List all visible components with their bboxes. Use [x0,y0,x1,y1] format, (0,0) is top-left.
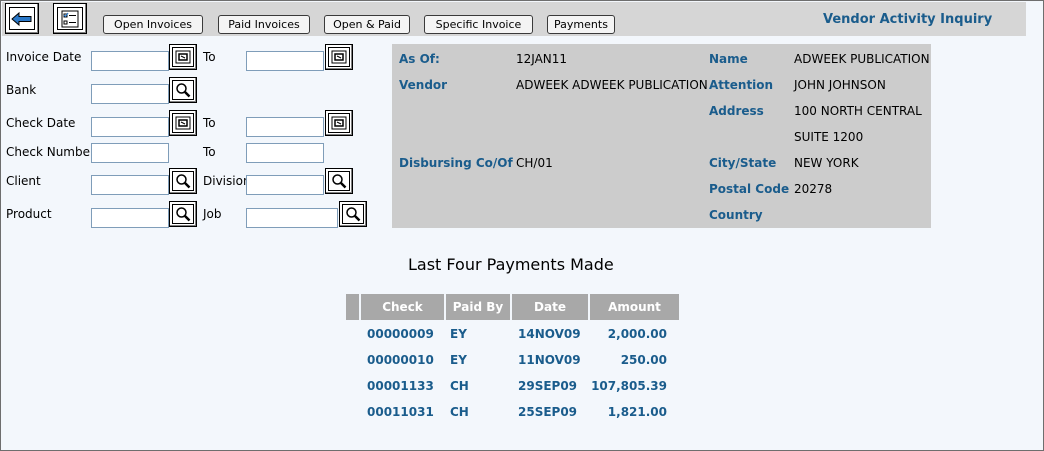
row-2-check[interactable]: 00000010 [367,353,434,367]
row-2-date: 11NOV09 [518,353,581,367]
calendar-icon [328,113,350,133]
bank-search-button[interactable] [169,77,197,103]
open-invoices-button[interactable]: Open Invoices [103,15,203,34]
row-3-paid-by: CH [450,379,469,393]
column-header-paid-by: Paid By [446,294,510,320]
postal-code-label: Postal Code [709,182,790,196]
check-date-label: Check Date [6,116,76,130]
product-input[interactable] [91,208,169,228]
division-input[interactable] [246,175,324,195]
division-search-button[interactable] [325,168,353,194]
name-value: ADWEEK PUBLICATION [794,52,930,66]
postal-code-value: 20278 [794,182,833,196]
vendor-info-panel: As Of: 12JAN11 Vendor ADWEEK ADWEEK PUBL… [392,44,931,228]
invoice-date-from-calendar-button[interactable] [169,44,197,70]
address-line1: 100 NORTH CENTRAL [794,104,922,118]
city-state-label: City/State [709,156,777,170]
back-button[interactable] [5,3,39,34]
open-and-paid-button[interactable]: Open & Paid [324,15,410,34]
column-header-check: Check [361,294,444,320]
payments-section-title: Last Four Payments Made [408,255,614,274]
country-label: Country [709,208,763,222]
specific-invoice-button[interactable]: Specific Invoice [424,15,533,34]
back-arrow-icon [9,7,35,30]
job-input[interactable] [246,208,338,228]
row-1-date: 14NOV09 [518,327,581,341]
calendar-icon [172,47,194,67]
check-date-from-input[interactable] [91,117,169,137]
product-search-button[interactable] [169,201,197,227]
disbursing-value: CH/01 [516,156,553,170]
client-label: Client [6,174,41,188]
toolbar: Open Invoices Paid Invoices Open & Paid … [2,2,1026,36]
magnifier-icon [328,171,350,191]
magnifier-icon [172,80,194,100]
address-line2: SUITE 1200 [794,130,864,144]
magnifier-icon [342,204,364,224]
check-date-from-calendar-button[interactable] [169,110,197,136]
invoice-date-to-calendar-button[interactable] [325,44,353,70]
check-date-to-label: To [203,116,216,130]
row-1-paid-by: EY [450,327,467,341]
row-2-amount: 250.00 [620,353,667,367]
invoice-date-to-input[interactable] [246,51,324,71]
city-state-value: NEW YORK [794,156,859,170]
check-date-to-calendar-button[interactable] [325,110,353,136]
row-4-paid-by: CH [450,405,469,419]
invoice-date-to-label: To [203,50,216,64]
payments-button[interactable]: Payments [547,15,615,34]
calendar-icon [328,47,350,67]
bank-label: Bank [6,83,37,97]
magnifier-icon [172,204,194,224]
row-4-date: 25SEP09 [518,405,578,419]
checklist-button[interactable] [53,3,87,34]
row-3-check[interactable]: 00001133 [367,379,434,393]
row-4-amount: 1,821.00 [607,405,667,419]
invoice-date-from-input[interactable] [91,51,169,71]
invoice-date-label: Invoice Date [6,50,82,64]
division-label: Division [203,174,251,188]
column-header-amount: Amount [590,294,679,320]
table-header-spacer [346,294,359,320]
row-3-date: 29SEP09 [518,379,578,393]
attention-value: JOHN JOHNSON [794,78,886,92]
as-of-value: 12JAN11 [516,52,568,66]
client-search-button[interactable] [169,168,197,194]
product-label: Product [6,207,52,221]
magnifier-icon [172,171,194,191]
disbursing-label: Disbursing Co/Of [399,156,513,170]
calendar-icon [172,113,194,133]
check-number-label: Check Number [6,145,95,159]
row-2-paid-by: EY [450,353,467,367]
job-label: Job [203,207,222,221]
row-3-amount: 107,805.39 [591,379,667,393]
check-number-from-input[interactable] [91,143,169,163]
checklist-icon [57,7,83,30]
check-number-to-input[interactable] [246,143,324,163]
vendor-label: Vendor [399,78,448,92]
app-title: Vendor Activity Inquiry [823,12,993,27]
check-number-to-label: To [203,145,216,159]
as-of-label: As Of: [399,52,440,66]
column-header-date: Date [512,294,588,320]
attention-label: Attention [709,78,774,92]
bank-input[interactable] [91,84,169,104]
address-label: Address [709,104,764,118]
job-search-button[interactable] [339,201,367,227]
row-1-check[interactable]: 00000009 [367,327,434,341]
row-4-check[interactable]: 00011031 [367,405,434,419]
check-date-to-input[interactable] [246,117,324,137]
name-label: Name [709,52,748,66]
vendor-value: ADWEEK ADWEEK PUBLICATION [516,78,708,92]
paid-invoices-button[interactable]: Paid Invoices [218,15,310,34]
row-1-amount: 2,000.00 [607,327,667,341]
client-input[interactable] [91,175,169,195]
